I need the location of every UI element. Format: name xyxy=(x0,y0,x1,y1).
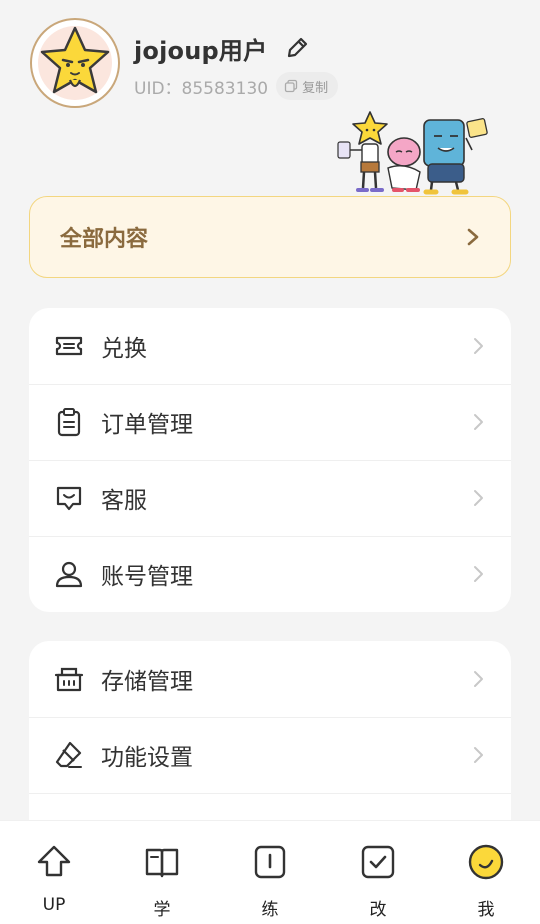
all-content-card[interactable]: 全部内容 xyxy=(29,196,511,278)
chevron-right-icon xyxy=(467,228,479,246)
smile-face-icon xyxy=(468,844,504,880)
practice-icon xyxy=(254,845,286,879)
menu-item-orders[interactable]: 订单管理 xyxy=(29,384,511,460)
star-character xyxy=(337,111,388,192)
uid-text: UID：85583130 xyxy=(134,78,269,99)
edit-pencil-icon[interactable] xyxy=(283,34,311,62)
menu-card-primary: 兑换 订单管理 客服 账号管理 xyxy=(29,308,511,612)
tab-label: 练 xyxy=(261,900,279,920)
chevron-right-icon xyxy=(474,747,483,763)
avatar[interactable] xyxy=(30,18,120,108)
copy-label: 复制 xyxy=(302,80,329,96)
menu-item-label: 兑换 xyxy=(101,336,147,362)
user-icon xyxy=(55,561,83,588)
tab-label: 改 xyxy=(369,900,387,920)
tab-me[interactable]: 我 xyxy=(432,821,540,924)
tab-up[interactable]: UP xyxy=(0,821,108,924)
copy-icon xyxy=(284,79,298,93)
storage-icon xyxy=(54,667,84,692)
menu-item-customer-service[interactable]: 客服 xyxy=(29,460,511,536)
chevron-right-icon xyxy=(474,566,483,582)
tab-learn[interactable]: 学 xyxy=(108,821,216,924)
chevron-right-icon xyxy=(474,414,483,430)
eraser-icon xyxy=(55,741,82,768)
username: jojoup用户 xyxy=(134,36,268,65)
up-arrow-icon xyxy=(37,845,71,877)
mascot-group-illustration xyxy=(337,111,488,195)
menu-item-label: 订单管理 xyxy=(101,412,193,438)
pink-character xyxy=(387,137,421,192)
uid-row: UID：85583130 复制 xyxy=(134,72,339,100)
chevron-right-icon xyxy=(474,338,483,354)
copy-uid-button[interactable]: 复制 xyxy=(276,72,339,100)
menu-item-label: 存储管理 xyxy=(101,669,193,695)
menu-item-label: 功能设置 xyxy=(101,745,193,771)
tab-practice[interactable]: 练 xyxy=(216,821,324,924)
bottom-tab-bar: UP 学 练 改 我 xyxy=(0,820,540,924)
chevron-right-icon xyxy=(474,490,483,506)
tab-review[interactable]: 改 xyxy=(324,821,432,924)
star-mascot-avatar-icon xyxy=(40,26,110,94)
book-icon xyxy=(145,848,179,878)
menu-item-label: 账号管理 xyxy=(101,564,193,590)
tab-label: 学 xyxy=(153,900,171,920)
menu-item-redeem[interactable]: 兑换 xyxy=(29,308,511,384)
blue-character xyxy=(423,118,488,195)
menu-item-settings[interactable]: 功能设置 xyxy=(29,717,511,793)
clipboard-icon xyxy=(57,408,81,437)
menu-item-label: 客服 xyxy=(101,488,147,514)
all-content-label: 全部内容 xyxy=(60,227,149,252)
ticket-icon xyxy=(55,336,83,356)
chat-smile-icon xyxy=(56,486,82,511)
tab-label: 我 xyxy=(477,900,495,920)
tab-label: UP xyxy=(42,895,66,915)
menu-item-account[interactable]: 账号管理 xyxy=(29,536,511,612)
username-row: jojoup用户 xyxy=(134,30,311,66)
menu-item-storage[interactable]: 存储管理 xyxy=(29,641,511,717)
check-box-icon xyxy=(361,845,395,879)
chevron-right-icon xyxy=(474,671,483,687)
